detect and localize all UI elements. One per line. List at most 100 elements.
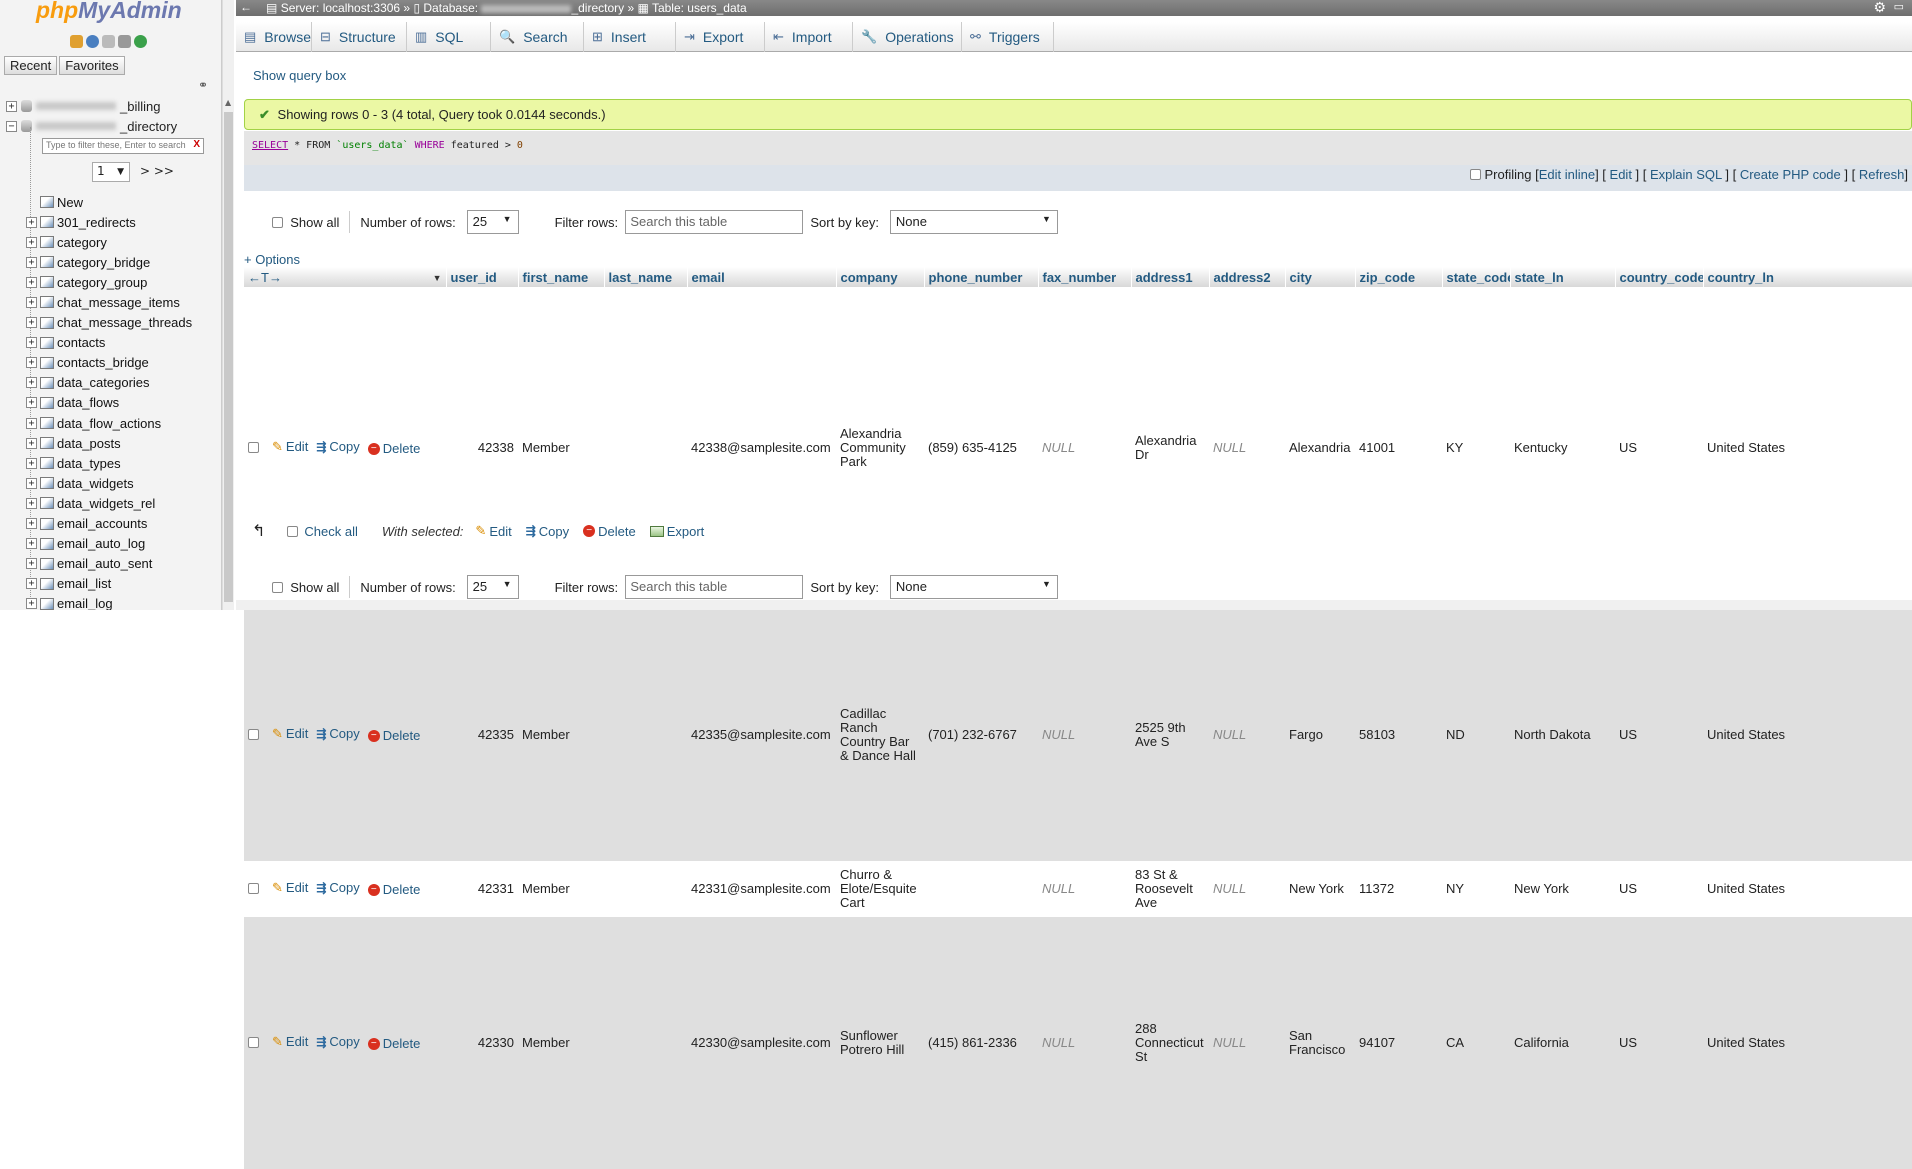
expand-icon[interactable]: +	[26, 538, 37, 550]
nav-filter-input[interactable]: Type to filter these, Enter to search X	[42, 138, 204, 154]
cell-zip-code[interactable]: 11372	[1355, 861, 1442, 917]
row-checkbox[interactable]	[248, 729, 259, 740]
show-all-checkbox[interactable]	[272, 216, 283, 228]
new-table-icon[interactable]	[40, 196, 54, 208]
column-header-last-name[interactable]: last_name	[604, 267, 688, 287]
expand-icon[interactable]: +	[26, 377, 37, 389]
row-edit-button[interactable]: ✎ Edit	[272, 881, 308, 895]
expand-icon[interactable]: +	[26, 296, 37, 308]
cell-user-id[interactable]: 42338	[446, 287, 518, 609]
cell-user-id[interactable]: 42330	[446, 917, 518, 1169]
column-header-fax-number[interactable]: fax_number	[1038, 267, 1132, 287]
refresh-link[interactable]: Refresh	[1859, 167, 1905, 182]
tab-insert[interactable]: ⊞ Insert	[584, 22, 676, 52]
column-header-address1[interactable]: address1	[1131, 267, 1210, 287]
cell-country-code[interactable]: US	[1615, 287, 1703, 609]
bulk-copy-button[interactable]: ⇶ Copy	[526, 524, 569, 539]
nav-table-item[interactable]: +301_redirects	[26, 213, 136, 231]
expand-icon[interactable]: +	[26, 236, 37, 248]
expand-icon[interactable]: +	[26, 477, 37, 489]
cell-address2[interactable]: NULL	[1209, 917, 1285, 1169]
back-arrow-icon[interactable]: ←	[240, 0, 252, 14]
table-icon[interactable]	[40, 477, 54, 490]
cell-company[interactable]: Churro & Elote/Esquite Cart	[836, 861, 924, 917]
bulk-edit-button[interactable]: ✎ Edit	[475, 523, 511, 539]
page-select[interactable]: 1 ▼	[92, 162, 130, 182]
table-icon[interactable]	[40, 256, 54, 269]
cell-first-name[interactable]: Member	[518, 609, 604, 861]
edit-link[interactable]: Edit	[1610, 167, 1632, 182]
expand-icon[interactable]: +	[26, 337, 37, 349]
table-icon[interactable]	[40, 376, 54, 389]
nav-table-item[interactable]: + contacts_bridge	[26, 354, 149, 372]
cell-address1[interactable]: 288 Connecticut St	[1131, 917, 1209, 1169]
table-icon[interactable]	[40, 316, 54, 329]
horizontal-scrollbar[interactable]	[236, 600, 1912, 610]
table-icon[interactable]	[40, 497, 54, 510]
filter-rows-input[interactable]: Search this table	[625, 210, 804, 234]
table-row[interactable]: ✎ Edit ⇶ Copy − Delete 42338 Member 42338@sample…	[244, 287, 1912, 609]
cell-last-name[interactable]	[604, 917, 687, 1169]
cell-state-code[interactable]: KY	[1442, 287, 1510, 609]
cell-city[interactable]: New York	[1285, 861, 1355, 917]
column-resize-header[interactable]: ←T→ ▼	[244, 267, 447, 287]
show-query-box-link[interactable]: Show query box	[253, 68, 346, 83]
row-edit-button[interactable]: ✎ Edit	[272, 440, 308, 454]
cell-user-id[interactable]: 42335	[446, 609, 518, 861]
check-all-label[interactable]: Check all	[304, 524, 357, 539]
row-delete-button[interactable]: − Delete	[367, 1037, 420, 1051]
tab-import[interactable]: ⇤ Import	[765, 22, 853, 52]
breadcrumb-server[interactable]: Server: localhost:3306	[281, 1, 400, 15]
cell-last-name[interactable]	[604, 861, 687, 917]
cell-city[interactable]: Alexandria	[1285, 287, 1355, 609]
cell-email[interactable]: 42330@samplesite.com	[687, 917, 836, 1169]
cell-state-ln[interactable]: North Dakota	[1510, 609, 1615, 861]
cell-phone-number[interactable]: (859) 635-4125	[924, 287, 1038, 609]
cell-country-ln[interactable]: United States	[1703, 609, 1912, 861]
cell-state-ln[interactable]: Kentucky	[1510, 287, 1615, 609]
column-header-zip-code[interactable]: zip_code	[1355, 267, 1443, 287]
nav-table-item[interactable]: + data_flows	[26, 394, 119, 412]
num-rows-select[interactable]: 25 ▼	[466, 575, 519, 599]
nav-table-item[interactable]: + data_posts	[26, 434, 121, 452]
column-header-email[interactable]: email	[687, 267, 837, 287]
cell-first-name[interactable]: Member	[518, 917, 604, 1169]
cell-country-code[interactable]: US	[1615, 861, 1703, 917]
cell-country-code[interactable]: US	[1615, 609, 1703, 861]
cell-last-name[interactable]	[604, 287, 687, 609]
link-icon[interactable]: ⚭	[198, 78, 208, 92]
column-header-company[interactable]: company	[836, 267, 925, 287]
bulk-export-button[interactable]: Export	[649, 524, 704, 539]
cell-state-ln[interactable]: New York	[1510, 861, 1615, 917]
table-icon[interactable]	[40, 296, 54, 309]
nav-table-item[interactable]: + data_widgets	[26, 474, 134, 492]
row-checkbox[interactable]	[248, 442, 259, 453]
table-icon[interactable]	[40, 216, 54, 228]
cell-fax-number[interactable]: NULL	[1038, 609, 1131, 861]
table-row[interactable]: ✎ Edit ⇶ Copy − Delete 42335 Member 42335@sample…	[244, 609, 1912, 861]
cell-zip-code[interactable]: 58103	[1355, 609, 1442, 861]
expand-icon[interactable]: +	[26, 437, 37, 449]
cell-address2[interactable]: NULL	[1209, 287, 1285, 609]
table-icon[interactable]	[40, 417, 54, 429]
tab-browse[interactable]: ▤ Browse	[236, 22, 312, 52]
chevron-down-icon[interactable]: ▼	[433, 273, 442, 283]
edit-inline-link[interactable]: Edit inline	[1539, 167, 1595, 182]
row-delete-button[interactable]: − Delete	[367, 729, 420, 743]
tab-triggers[interactable]: ⚯ Triggers	[962, 22, 1054, 52]
table-icon[interactable]	[40, 236, 54, 249]
settings-icon[interactable]	[118, 35, 131, 48]
row-checkbox[interactable]	[248, 1037, 259, 1048]
profiling-checkbox[interactable]	[1469, 169, 1481, 180]
row-copy-button[interactable]: ⇶ Copy	[316, 727, 359, 742]
nav-table-item[interactable]: + category	[26, 233, 107, 251]
column-header-city[interactable]: city	[1285, 267, 1356, 287]
table-row[interactable]: ✎ Edit ⇶ Copy − Delete 42331 Member 42331@sample…	[244, 861, 1912, 917]
collapse-icon[interactable]: ▭	[1894, 0, 1904, 13]
table-icon[interactable]	[40, 276, 54, 289]
favorites-button[interactable]: Favorites	[59, 56, 125, 75]
column-header-state-ln[interactable]: state_ln	[1510, 267, 1616, 287]
cell-address2[interactable]: NULL	[1209, 609, 1285, 861]
check-all-checkbox[interactable]	[287, 525, 299, 537]
cell-last-name[interactable]	[604, 609, 687, 861]
